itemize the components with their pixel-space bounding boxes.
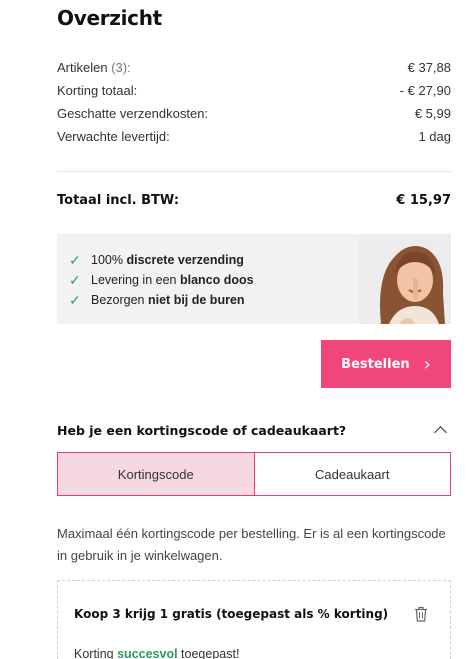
status-post: toegepast! [177,647,240,659]
shipping-label: Geschatte verzendkosten: [57,106,209,121]
usp-pre: Bezorgen [91,293,145,307]
usp-bold: blanco doos [179,273,254,287]
summary-row-shipping: Geschatte verzendkosten: € 5,99 [57,106,451,129]
order-summary: Artikelen (3): € 37,88 Korting totaal: -… [57,60,451,152]
trash-icon[interactable] [414,606,428,622]
model-photo [359,234,451,324]
items-count: (3): [111,60,131,75]
summary-row-delivery: Verwachte levertijd: 1 dag [57,129,451,152]
items-value: € 37,88 [407,60,451,75]
status-pre: Korting [74,647,118,659]
usp-item: ✓ Bezorgen niet bij de buren [69,290,254,310]
discount-code-toggle[interactable]: Heb je een kortingscode of cadeaukaart? [57,423,451,438]
divider [57,171,451,172]
summary-row-items: Artikelen (3): € 37,88 [57,60,451,83]
usp-pre: 100% [91,253,123,267]
chevron-right-icon: › [423,353,431,375]
usp-bold: niet bij de buren [148,293,245,307]
tab-kortingscode[interactable]: Kortingscode [58,453,254,495]
page-title: Overzicht [57,6,162,30]
usp-bold: discrete verzending [126,253,244,267]
usp-banner: ✓ 100% discrete verzending ✓ Levering in… [57,234,451,324]
discount-label: Korting totaal: [57,83,138,98]
usp-item: ✓ Levering in een blanco doos [69,270,254,290]
check-icon: ✓ [69,271,81,288]
total-label: Totaal incl. BTW: [57,193,180,208]
applied-code-card: Koop 3 krijg 1 gratis (toegepast als % k… [57,580,451,659]
applied-code-title: Koop 3 krijg 1 gratis (toegepast als % k… [74,607,389,621]
usp-pre: Levering in een [91,273,177,287]
discount-code-question: Heb je een kortingscode of cadeaukaart? [57,423,347,438]
total-row: Totaal incl. BTW: € 15,97 [57,193,451,208]
shipping-value: € 5,99 [414,106,451,121]
code-info-text: Maximaal één kortingscode per bestelling… [57,526,446,563]
chevron-up-icon[interactable] [431,424,451,438]
code-type-tabs: Kortingscode Cadeaukaart [57,452,451,496]
tab-cadeaukaart[interactable]: Cadeaukaart [253,453,451,495]
delivery-value: 1 dag [418,129,451,144]
discount-value: - € 27,90 [399,83,451,98]
usp-item: ✓ 100% discrete verzending [69,250,254,270]
check-icon: ✓ [69,251,81,268]
status-success: succesvol [117,647,178,659]
summary-row-discount: Korting totaal: - € 27,90 [57,83,451,106]
items-label: Artikelen [57,60,108,75]
usp-list: ✓ 100% discrete verzending ✓ Levering in… [69,250,254,310]
applied-code-status: Korting succesvol toegepast! [74,647,239,659]
delivery-label: Verwachte levertijd: [57,129,170,144]
order-button[interactable]: Bestellen › [321,340,451,388]
check-icon: ✓ [69,291,81,308]
total-value: € 15,97 [396,193,451,208]
order-button-label: Bestellen [341,356,410,372]
